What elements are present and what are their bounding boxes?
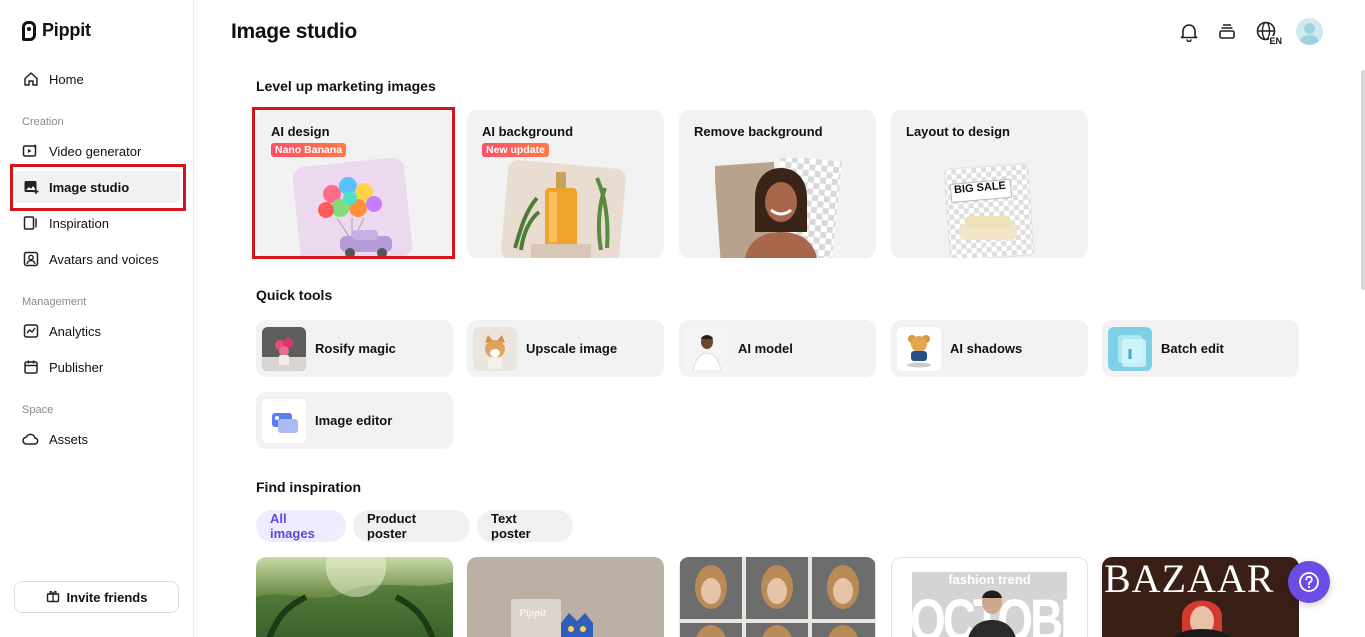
- inspiration-icon: [22, 215, 39, 232]
- rosify-thumb: [262, 326, 306, 371]
- help-button[interactable]: [1288, 561, 1330, 603]
- bottle-product-image: [511, 599, 593, 637]
- tool-label: AI model: [738, 341, 793, 356]
- sidebar-item-analytics[interactable]: Analytics: [14, 315, 180, 347]
- sidebar-item-avatars-voices[interactable]: Avatars and voices: [14, 243, 180, 275]
- bell-icon[interactable]: [1178, 21, 1200, 43]
- home-icon: [22, 71, 39, 88]
- bottle-brand-text: Pippit: [519, 607, 546, 619]
- layers-icon[interactable]: [1216, 21, 1238, 43]
- quick-tools-title: Quick tools: [256, 287, 333, 303]
- red-hair-model-image: [1174, 600, 1230, 637]
- page-title: Image studio: [231, 20, 357, 43]
- tool-label: AI shadows: [950, 341, 1023, 356]
- top-toolbar: EN: [1178, 18, 1323, 46]
- tool-label: Image editor: [315, 413, 393, 428]
- inspiration-title: Find inspiration: [256, 479, 361, 495]
- sidebar-item-label: Avatars and voices: [49, 251, 159, 267]
- sidebar-item-label: Home: [49, 71, 84, 87]
- tool-ai-shadows[interactable]: AI shadows: [891, 320, 1088, 377]
- invite-label: Invite friends: [66, 589, 148, 605]
- avatar-icon: [22, 251, 39, 268]
- sidebar-item-image-studio[interactable]: Image studio: [14, 171, 180, 203]
- invite-friends-button[interactable]: Invite friends: [14, 581, 179, 613]
- help-icon: [1299, 572, 1319, 592]
- batch-edit-thumb: [1108, 326, 1152, 371]
- tool-ai-model[interactable]: AI model: [679, 320, 876, 377]
- tool-rosify-magic[interactable]: Rosify magic: [256, 320, 453, 377]
- section-management: Management: [22, 296, 87, 308]
- app-root: Pippit Home Creation Video generator Ima…: [0, 0, 1365, 637]
- image-icon: [22, 179, 39, 196]
- tool-image-editor[interactable]: Image editor: [256, 392, 453, 449]
- user-avatar[interactable]: [1296, 18, 1323, 45]
- card-title: Remove background: [694, 124, 823, 139]
- card-ai-design[interactable]: AI design Nano Banana: [256, 110, 453, 258]
- card-title: AI background: [482, 124, 574, 139]
- sidebar: Pippit Home Creation Video generator Ima…: [0, 0, 194, 637]
- tool-label: Batch edit: [1161, 341, 1224, 356]
- analytics-icon: [22, 323, 39, 340]
- portrait-removed-bg-image: [715, 158, 843, 258]
- page-scrollbar[interactable]: [1361, 70, 1365, 290]
- tool-batch-edit[interactable]: Batch edit: [1102, 320, 1299, 377]
- card-title: Layout to design: [906, 124, 1010, 139]
- inspiration-thumb-fashion[interactable]: OCTOBER fashion trend: [891, 557, 1088, 637]
- logo[interactable]: Pippit: [22, 20, 91, 41]
- ai-model-thumb: [685, 326, 729, 371]
- card-badge: New update: [482, 143, 549, 157]
- image-editor-thumb: [262, 398, 306, 443]
- section-creation: Creation: [22, 116, 64, 128]
- app-name: Pippit: [42, 20, 91, 40]
- sidebar-item-label: Video generator: [49, 143, 142, 159]
- inspiration-thumb-forest[interactable]: [256, 557, 453, 637]
- tool-label: Rosify magic: [315, 341, 396, 356]
- sidebar-item-assets[interactable]: Assets: [14, 423, 180, 455]
- filter-product-poster[interactable]: Product poster: [353, 510, 470, 542]
- inspiration-thumb-bottle[interactable]: Pippit: [467, 557, 664, 637]
- sidebar-item-label: Image studio: [49, 179, 130, 195]
- card-title: AI design: [271, 124, 330, 139]
- marketing-section-title: Level up marketing images: [256, 78, 436, 94]
- inspiration-thumb-bazaar[interactable]: BAZAAR: [1102, 557, 1299, 637]
- language-selector[interactable]: EN: [1254, 19, 1282, 46]
- gift-icon: [46, 589, 60, 606]
- perfume-image: [501, 160, 626, 258]
- sidebar-item-inspiration[interactable]: Inspiration: [14, 207, 180, 239]
- filter-all-images[interactable]: All images: [256, 510, 346, 542]
- ai-shadows-thumb: [897, 326, 941, 371]
- sidebar-item-label: Publisher: [49, 359, 104, 375]
- card-badge: Nano Banana: [271, 143, 347, 157]
- calendar-icon: [22, 359, 39, 376]
- male-model-image: [968, 590, 1016, 637]
- balloon-car-image: [292, 158, 412, 258]
- sidebar-item-home[interactable]: Home: [14, 63, 180, 95]
- inspiration-thumb-portraits[interactable]: [679, 557, 876, 637]
- sidebar-item-video-generator[interactable]: Video generator: [14, 135, 180, 167]
- cloud-icon: [22, 431, 39, 448]
- sidebar-item-label: Assets: [49, 431, 89, 447]
- pippit-logo-icon: [22, 20, 36, 41]
- card-ai-background[interactable]: AI background New update: [467, 110, 664, 258]
- card-remove-background[interactable]: Remove background: [679, 110, 876, 258]
- layout-preview-image: [943, 163, 1035, 258]
- card-layout-to-design[interactable]: Layout to design BIG SALE: [891, 110, 1088, 258]
- portrait-grid-image: [680, 557, 875, 637]
- section-space: Space: [22, 404, 54, 416]
- tool-upscale-image[interactable]: Upscale image: [467, 320, 664, 377]
- sidebar-item-label: Inspiration: [49, 215, 109, 231]
- language-code: EN: [1269, 35, 1282, 46]
- forest-image: [256, 557, 453, 637]
- video-icon: [22, 143, 39, 160]
- tool-label: Upscale image: [526, 341, 618, 356]
- filter-text-poster[interactable]: Text poster: [477, 510, 573, 542]
- sidebar-item-label: Analytics: [49, 323, 102, 339]
- upscale-thumb: [473, 326, 517, 371]
- sidebar-item-publisher[interactable]: Publisher: [14, 351, 180, 383]
